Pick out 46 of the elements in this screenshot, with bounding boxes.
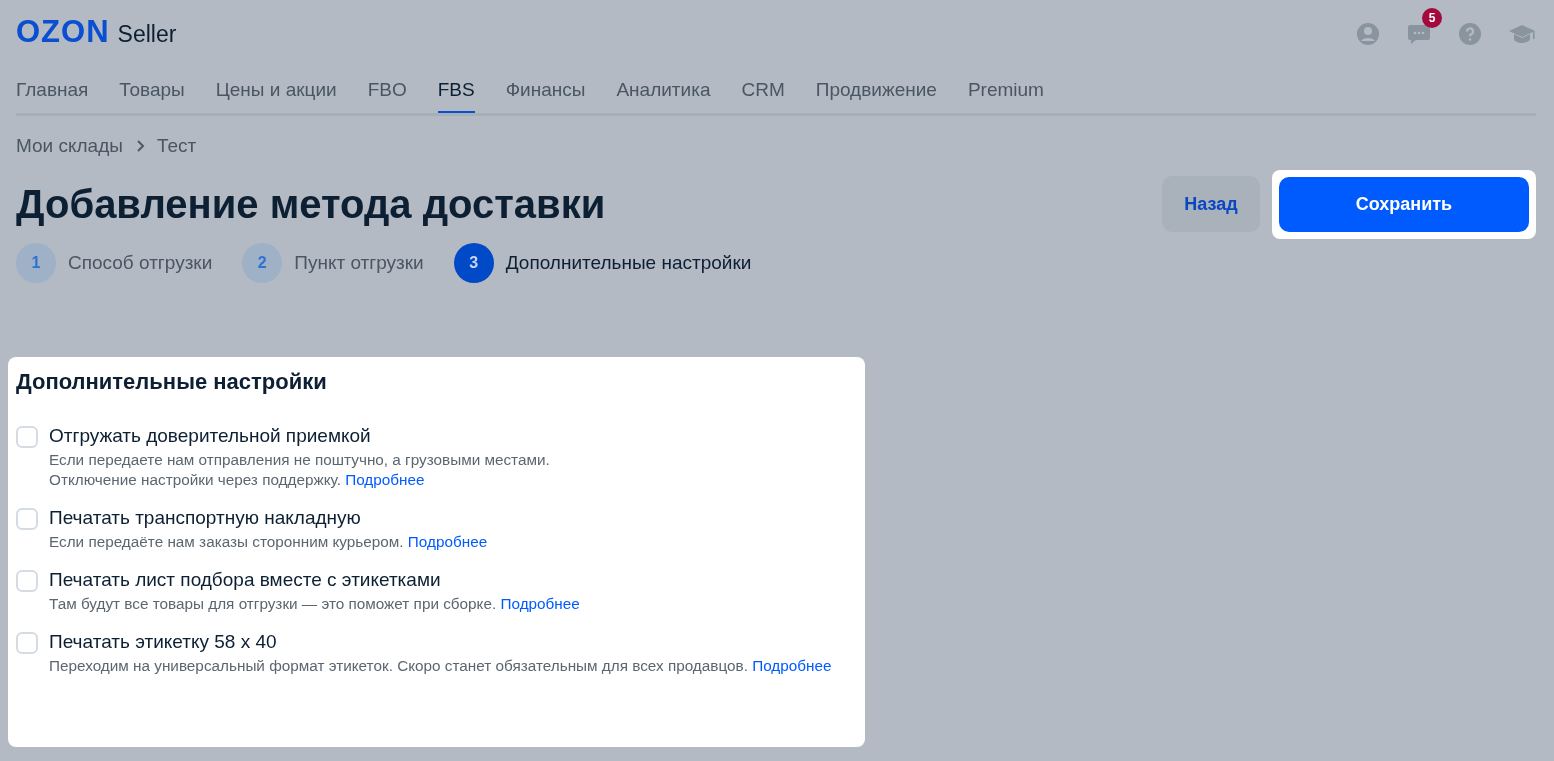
checkbox[interactable] — [16, 508, 38, 530]
step-label: Способ отгрузки — [68, 252, 213, 274]
nav-tab[interactable]: Товары — [119, 79, 185, 113]
option-label: Отгружать доверительной приемкой — [49, 425, 372, 447]
option-description: Там будут все товары для отгрузки — это поможет при сборке. Подробнее — [49, 594, 580, 614]
chevron-right-icon — [134, 139, 145, 153]
nav-tab[interactable]: Premium — [967, 79, 1044, 113]
help-icon[interactable] — [1458, 22, 1482, 46]
page-title: Добавление метода доставки — [16, 181, 606, 227]
option-label: Печатать лист подбора вместе с этикетками — [49, 569, 442, 591]
logo-subtitle: Seller — [117, 21, 177, 48]
more-link[interactable]: Подробнее — [345, 471, 425, 488]
checkbox[interactable] — [16, 426, 38, 448]
back-button[interactable]: Назад — [1162, 176, 1260, 232]
nav-tab[interactable]: Продвижение — [815, 79, 937, 113]
nav-tab[interactable]: Аналитика — [616, 79, 711, 113]
checkbox[interactable] — [16, 632, 38, 654]
notification-badge: 5 — [1422, 8, 1442, 28]
nav-tab[interactable]: FBO — [367, 79, 407, 113]
option-description: Переходим на универсальный формат этикеток. Скоро станет обязательным для всех продавцов. Подробнее — [49, 656, 832, 676]
option-description: Если передаёте нам заказы сторонним курьером. Подробнее — [49, 532, 488, 552]
graduation-cap-icon[interactable] — [1508, 23, 1536, 45]
chat-icon[interactable] — [1406, 22, 1432, 46]
ozon-logo[interactable]: OZON — [16, 14, 110, 50]
more-link[interactable]: Подробнее — [752, 657, 832, 674]
step-label: Дополнительные настройки — [505, 252, 752, 274]
step-number: 1 — [16, 243, 56, 283]
card-title: Дополнительные настройки — [16, 369, 328, 395]
step-number: 3 — [453, 243, 494, 283]
more-link[interactable]: Подробнее — [407, 533, 488, 550]
nav-tab[interactable]: CRM — [741, 79, 785, 113]
save-button[interactable]: Сохранить — [1279, 176, 1529, 232]
profile-icon[interactable] — [1356, 22, 1380, 46]
step-number: 2 — [242, 243, 283, 283]
step-label: Пункт отгрузки — [294, 252, 424, 274]
option-label: Печатать транспортную накладную — [49, 507, 362, 529]
nav-tab[interactable]: Финансы — [505, 79, 586, 113]
nav-tab[interactable]: Цены и акции — [215, 79, 337, 113]
option-label: Печатать этикетку 58 х 40 — [49, 631, 278, 653]
breadcrumb-link[interactable]: Тест — [156, 135, 197, 157]
checkbox[interactable] — [16, 570, 38, 592]
option-description: Если передаете нам отправления не поштучно, а грузовыми местами. Отключение настройки через поддержку. Подробнее — [49, 450, 550, 490]
nav-tab[interactable]: Главная — [16, 79, 89, 113]
nav-tab[interactable]: FBS — [437, 79, 475, 113]
more-link[interactable]: Подробнее — [500, 595, 580, 612]
breadcrumb-link[interactable]: Мои склады — [16, 135, 123, 157]
